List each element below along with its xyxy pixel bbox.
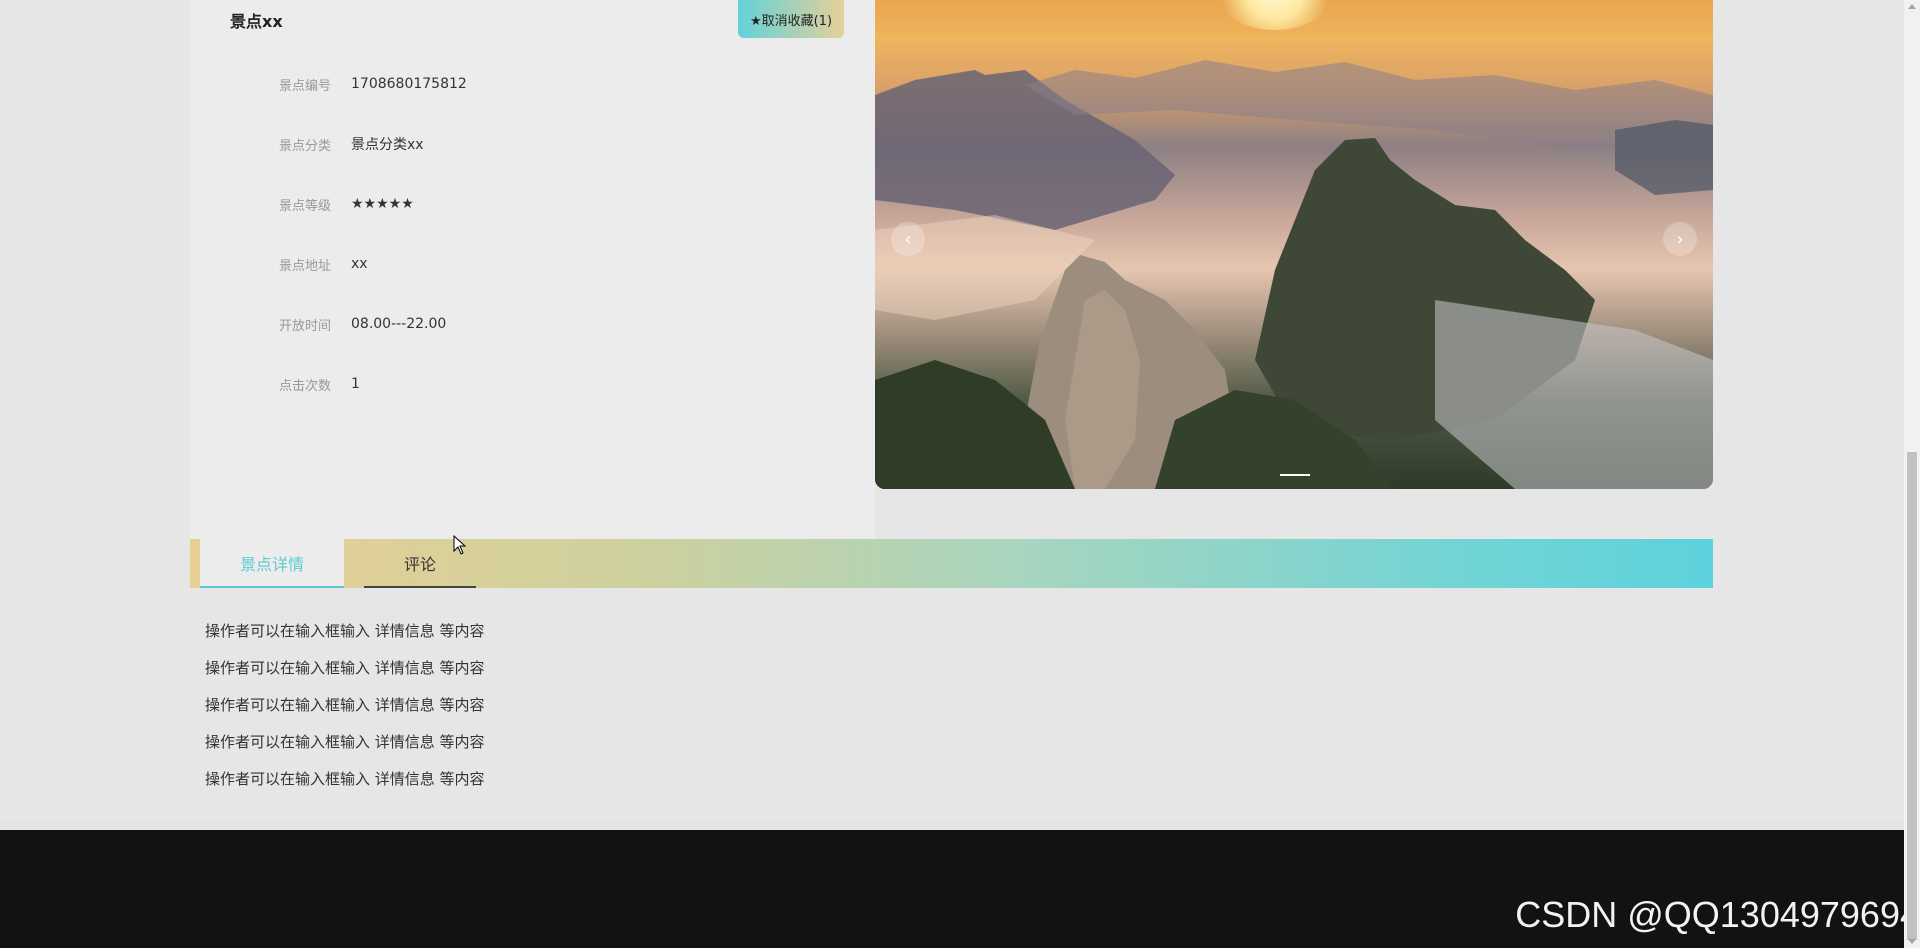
info-row-address: 景点地址 xx <box>246 253 368 275</box>
info-label: 景点地址 <box>278 258 331 274</box>
csdn-watermark: CSDN @QQ1304979694 <box>1515 894 1920 935</box>
carousel-prev-button[interactable]: ‹ <box>891 222 925 256</box>
info-row-hours: 开放时间 08.00---22.00 <box>246 313 446 335</box>
info-row-level: 景点等级 ★★★★★ <box>246 193 414 215</box>
info-label: 景点编号 <box>278 78 331 94</box>
info-row-category: 景点分类 景点分类xx <box>246 133 424 155</box>
spot-clicks-value: 1 <box>351 376 360 392</box>
detail-text-line: 操作者可以在输入框输入 详情信息 等内容 <box>205 733 485 751</box>
detail-text-line: 操作者可以在输入框输入 详情信息 等内容 <box>205 770 485 788</box>
scroll-down-icon[interactable] <box>1908 939 1916 944</box>
tab-bar: 景点详情 评论 <box>190 539 1713 588</box>
info-label: 开放时间 <box>278 318 331 334</box>
detail-text-line: 操作者可以在输入框输入 详情信息 等内容 <box>205 659 485 677</box>
scroll-up-icon[interactable] <box>1908 4 1916 9</box>
info-label: 景点分类 <box>278 138 331 154</box>
spot-address-value: xx <box>351 256 368 272</box>
scroll-thumb[interactable] <box>1907 452 1917 940</box>
detail-text-line: 操作者可以在输入框输入 详情信息 等内容 <box>205 696 485 714</box>
info-row-id: 景点编号 1708680175812 <box>246 73 467 95</box>
mountain-landscape-image <box>875 60 1713 489</box>
mouse-cursor-icon <box>453 535 467 555</box>
spot-category-value: 景点分类xx <box>351 137 424 153</box>
vertical-scrollbar[interactable] <box>1904 0 1920 948</box>
carousel-indicator[interactable] <box>1280 474 1310 476</box>
cancel-favorite-button[interactable]: ★取消收藏(1) <box>738 0 844 38</box>
tab-spot-details[interactable]: 景点详情 <box>200 539 344 588</box>
image-carousel: ‹ › <box>875 0 1713 489</box>
spot-hours-value: 08.00---22.00 <box>351 316 447 332</box>
spot-level-stars: ★★★★★ <box>351 196 414 212</box>
spot-id-value: 1708680175812 <box>351 76 467 92</box>
spot-info-panel: 景点xx ★取消收藏(1) 景点编号 1708680175812 景点分类 景点… <box>190 0 875 540</box>
spot-title: 景点xx <box>230 12 283 31</box>
info-row-clicks: 点击次数 1 <box>246 373 360 395</box>
carousel-next-button[interactable]: › <box>1663 222 1697 256</box>
detail-text-line: 操作者可以在输入框输入 详情信息 等内容 <box>205 622 485 640</box>
content-area: 景点xx ★取消收藏(1) 景点编号 1708680175812 景点分类 景点… <box>0 0 1904 820</box>
info-label: 点击次数 <box>278 378 331 394</box>
info-label: 景点等级 <box>278 198 331 214</box>
